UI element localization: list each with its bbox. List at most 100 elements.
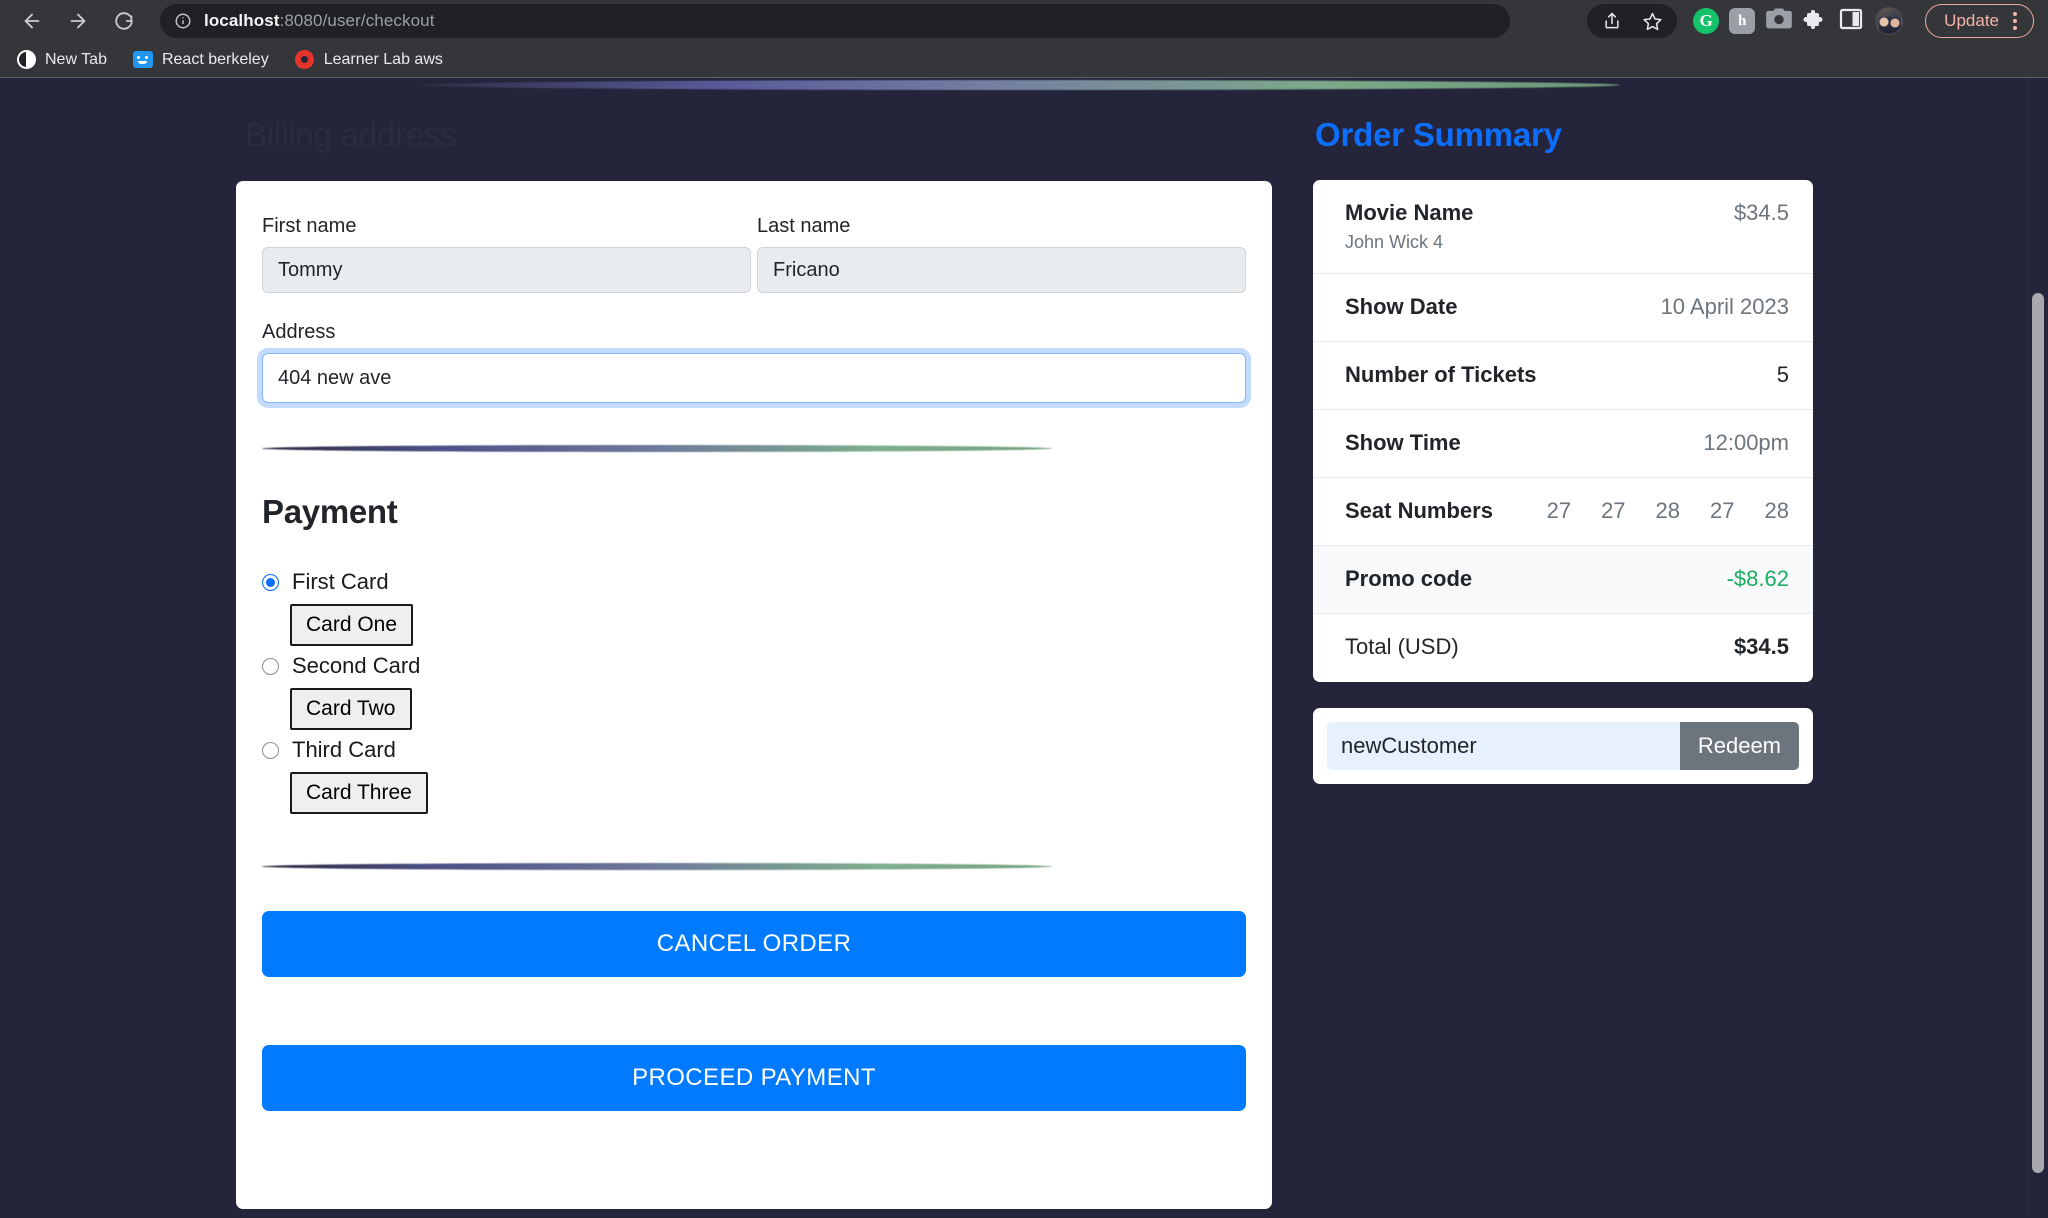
payment-option-label: First Card [292,569,389,594]
payment-options: First Card Card One Second Card Card Two… [262,569,1246,821]
bookmark-label: New Tab [45,50,107,68]
bookmark-new-tab[interactable]: New Tab [16,50,107,70]
page-scrollbar[interactable] [2028,78,2048,1217]
summary-row-seat-numbers: Seat Numbers 27 27 28 27 28 [1313,478,1813,546]
payment-option-second[interactable]: Second Card [262,653,1246,679]
summary-label: Total (USD) [1345,634,1459,659]
order-summary-card: Movie Name John Wick 4 $34.5 Show Date 1… [1313,180,1813,682]
summary-row-show-time: Show Time 12:00pm [1313,410,1813,478]
bookmark-star-icon[interactable] [1635,4,1669,38]
radio-icon[interactable] [262,573,279,591]
scrollbar-thumb[interactable] [2032,293,2044,1173]
url-text: localhost:8080/user/checkout [204,11,435,31]
promo-discount-value: -$8.62 [1726,566,1789,591]
seat-number: 28 [1764,498,1789,523]
first-name-group: First name Tommy [262,215,751,293]
site-info-icon[interactable] [174,12,192,30]
reload-button[interactable] [102,1,146,41]
summary-label: Seat Numbers [1345,498,1493,523]
summary-value: 10 April 2023 [1660,294,1789,319]
profile-avatar[interactable] [1875,7,1904,35]
section-divider-bottom [262,821,1246,911]
seat-number: 27 [1710,498,1735,523]
summary-value: $34.5 [1733,200,1789,225]
summary-label: Number of Tickets [1345,362,1537,387]
summary-row-ticket-count: Number of Tickets 5 [1313,342,1813,410]
radio-icon[interactable] [262,741,279,759]
order-summary-column: Order Summary Movie Name John Wick 4 $34… [1313,78,1813,784]
payment-option-label: Second Card [292,653,421,678]
seat-number: 27 [1546,498,1572,523]
address-bar[interactable]: localhost:8080/user/checkout [160,4,1510,38]
summary-row-total: Total (USD) $34.5 [1313,614,1813,682]
promo-code-card: newCustomer Redeem [1313,708,1813,784]
summary-row-movie-name: Movie Name John Wick 4 $34.5 [1313,180,1813,274]
seat-number-list: 27 27 28 27 28 [1547,498,1789,524]
card-one-button[interactable]: Card One [290,604,414,646]
url-path: :8080/user/checkout [279,11,435,30]
summary-sublabel: John Wick 4 [1345,232,1444,252]
total-value: $34.5 [1733,634,1789,659]
browser-toolbar: localhost:8080/user/checkout G h Update [0,0,2048,42]
omnibox-actions [1587,4,1678,38]
billing-form-card: First name Tommy Last name Fricano Addre… [236,181,1272,1209]
name-row: First name Tommy Last name Fricano [262,215,1246,293]
first-name-input[interactable]: Tommy [262,247,751,293]
payment-option-label: Third Card [292,737,396,762]
side-panel-icon[interactable] [1839,8,1865,34]
billing-column: Billing address First name Tommy Last na… [236,78,1272,1209]
address-group: Address 404 new ave [262,321,1246,403]
globe-icon [16,50,36,70]
payment-option-first[interactable]: First Card [262,569,1246,595]
last-name-input[interactable]: Fricano [757,247,1246,293]
summary-value: 12:00pm [1703,430,1789,455]
radio-icon[interactable] [262,657,279,675]
update-button[interactable]: Update [1925,4,2034,38]
back-button[interactable] [10,1,54,41]
seat-number: 28 [1655,498,1681,523]
canvas-icon [295,50,315,70]
summary-label: Promo code [1345,566,1473,591]
summary-row-show-date: Show Date 10 April 2023 [1313,274,1813,342]
last-name-label: Last name [757,215,851,237]
update-label: Update [1944,11,1999,30]
gradient-rule [262,862,1052,870]
bookmark-react-berkeley[interactable]: React berkeley [132,50,269,70]
summary-label: Show Time [1345,430,1461,455]
order-summary-title: Order Summary [1315,116,1562,153]
extension-icons: G h Update [1693,4,2034,38]
summary-value: 5 [1776,362,1789,387]
promo-code-input[interactable]: newCustomer [1327,722,1680,770]
bookmark-label: Learner Lab aws [323,50,443,68]
summary-label: Show Date [1345,294,1458,319]
cancel-order-button[interactable]: CANCEL ORDER [262,911,1246,977]
monitor-icon [132,50,153,70]
address-label: Address [262,321,336,343]
page-body: Billing address First name Tommy Last na… [0,78,2048,1217]
forward-button[interactable] [56,1,100,41]
summary-row-left: Movie Name John Wick 4 [1345,200,1473,253]
bookmark-learner-lab-aws[interactable]: Learner Lab aws [295,50,443,70]
share-icon[interactable] [1595,4,1629,38]
browser-chrome: localhost:8080/user/checkout G h Update … [0,0,2048,78]
billing-address-heading: Billing address [245,116,457,153]
camera-icon[interactable] [1765,7,1793,35]
payment-heading: Payment [262,493,398,530]
redeem-button[interactable]: Redeem [1679,722,1799,770]
summary-row-promo-code: Promo code -$8.62 [1313,546,1813,614]
address-input[interactable]: 404 new ave [262,353,1246,403]
section-divider-top [262,403,1246,493]
url-host: localhost [204,11,280,30]
card-two-button[interactable]: Card Two [290,688,412,730]
honey-icon[interactable]: h [1729,8,1756,34]
chrome-menu-icon[interactable] [2013,12,2017,30]
proceed-payment-button[interactable]: PROCEED PAYMENT [262,1045,1246,1111]
card-three-button[interactable]: Card Three [290,772,428,814]
payment-option-third[interactable]: Third Card [262,737,1246,763]
bookmarks-bar: New Tab React berkeley Learner Lab aws [0,42,2048,78]
puzzle-icon[interactable] [1803,8,1829,34]
gradient-rule [262,444,1052,452]
seat-number: 27 [1601,498,1626,523]
bookmark-label: React berkeley [161,50,269,68]
grammarly-icon[interactable]: G [1693,8,1720,34]
